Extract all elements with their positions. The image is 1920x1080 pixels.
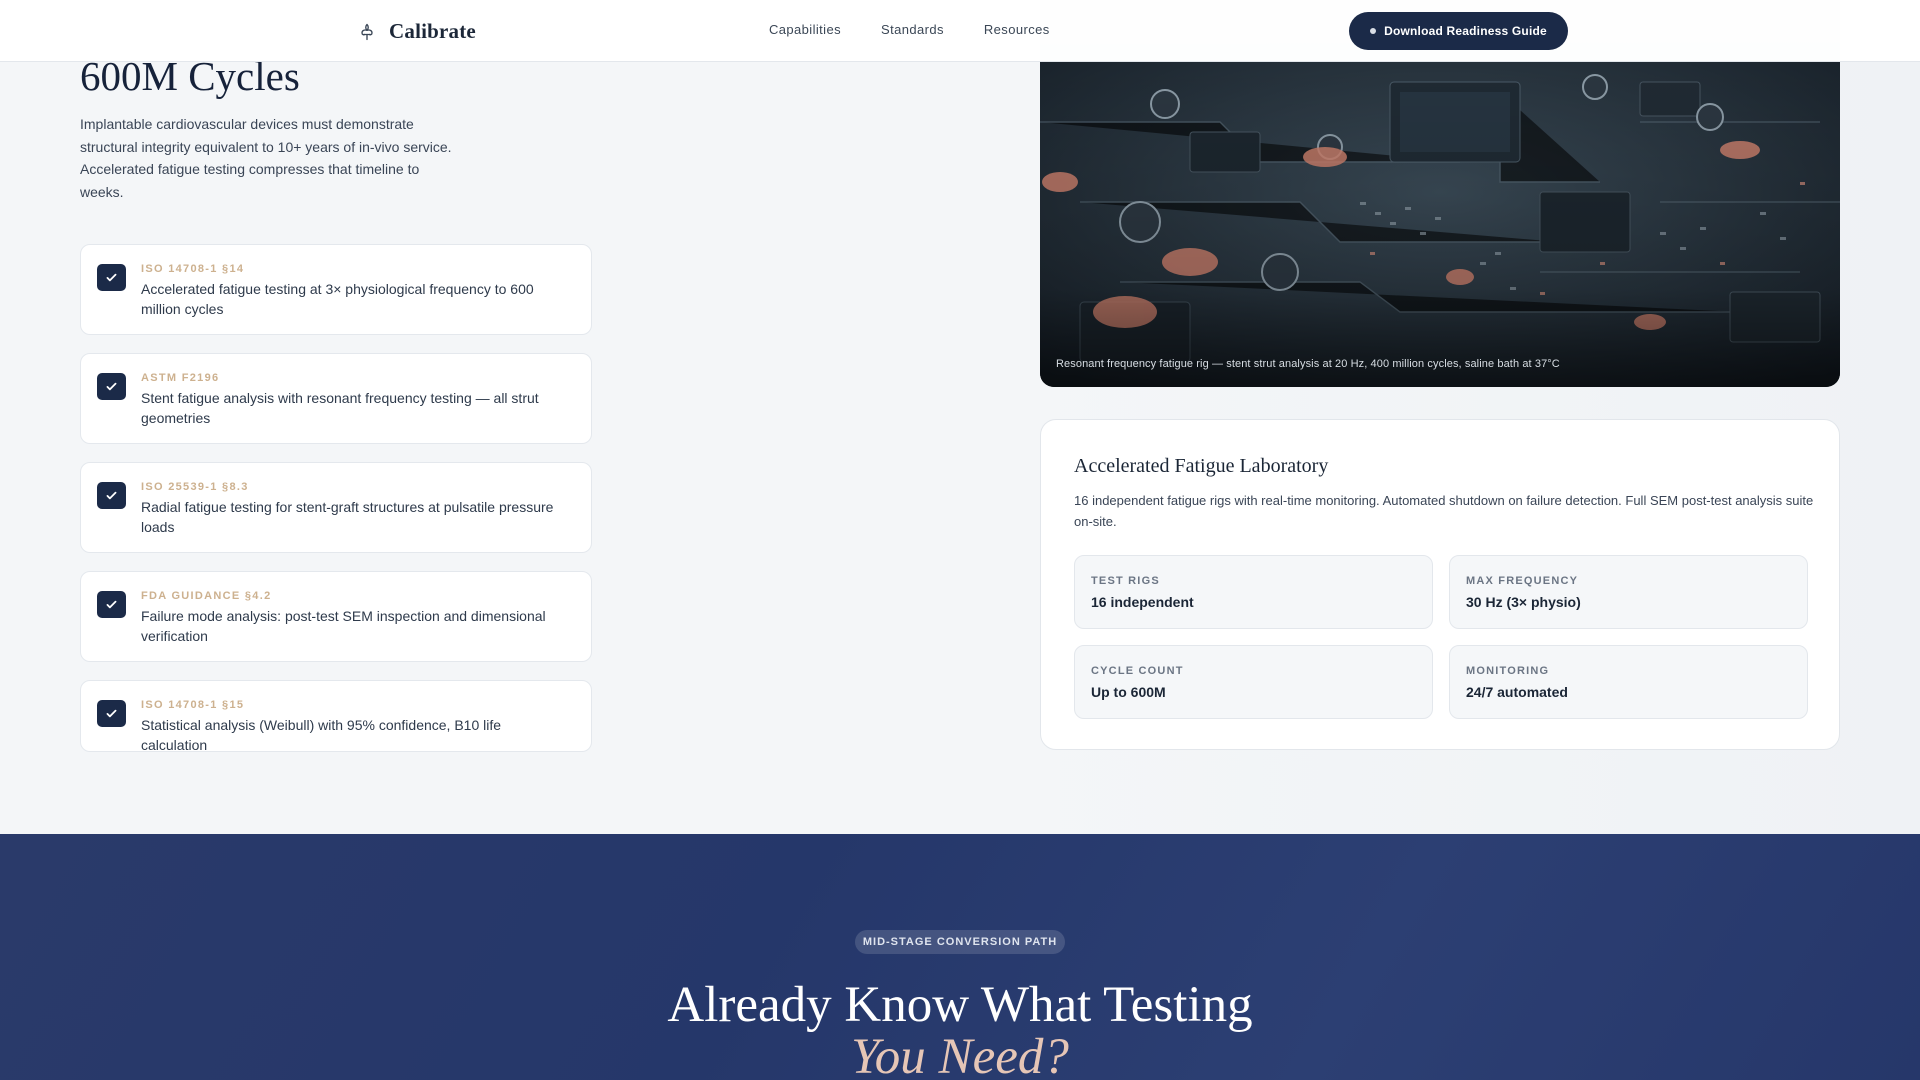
stat-value: 16 independent bbox=[1091, 594, 1194, 610]
standard-card: ISO 14708-1 §14 Accelerated fatigue test… bbox=[80, 244, 592, 335]
standard-code: ASTM F2196 bbox=[141, 372, 220, 384]
brand[interactable]: Calibrate bbox=[357, 19, 476, 44]
standard-card: ISO 14708-1 §15 Statistical analysis (We… bbox=[80, 680, 592, 753]
top-navigation: Calibrate Capabilities Standards Resourc… bbox=[0, 0, 1920, 62]
nav-link-standards[interactable]: Standards bbox=[881, 22, 944, 37]
standard-card: ASTM F2196 Stent fatigue analysis with r… bbox=[80, 353, 592, 444]
section-badge: MID-STAGE CONVERSION PATH bbox=[855, 930, 1065, 954]
conversion-subtitle: You Need? bbox=[851, 1029, 1069, 1080]
conversion-title: Already Know What Testing bbox=[667, 977, 1253, 1033]
standard-card: FDA GUIDANCE §4.2 Failure mode analysis:… bbox=[80, 571, 592, 662]
stat-label: TEST RIGS bbox=[1091, 575, 1160, 587]
checkmark-icon bbox=[97, 264, 126, 291]
lab-description: 16 independent fatigue rigs with real-ti… bbox=[1074, 493, 1814, 529]
lab-card: Accelerated Fatigue Laboratory 16 indepe… bbox=[1040, 419, 1840, 750]
nav-link-capabilities[interactable]: Capabilities bbox=[769, 22, 841, 37]
nav-link-resources[interactable]: Resources bbox=[984, 22, 1050, 37]
checkmark-icon bbox=[97, 591, 126, 618]
stat-cycle-count: CYCLE COUNT Up to 600M bbox=[1074, 645, 1433, 719]
checkmark-icon bbox=[97, 700, 126, 727]
stat-max-frequency: MAX FREQUENCY 30 Hz (3× physio) bbox=[1449, 555, 1808, 629]
stat-value: 30 Hz (3× physio) bbox=[1466, 594, 1581, 610]
standard-text: Statistical analysis (Weibull) with 95% … bbox=[141, 717, 502, 753]
fleur-de-lis-icon bbox=[361, 23, 373, 40]
standard-text: Radial fatigue testing for stent-graft s… bbox=[141, 499, 554, 535]
standard-text: Accelerated fatigue testing at 3× physio… bbox=[141, 281, 534, 317]
stat-label: CYCLE COUNT bbox=[1091, 665, 1184, 677]
photo-caption: Resonant frequency fatigue rig — stent s… bbox=[1056, 358, 1560, 370]
brand-name: Calibrate bbox=[389, 19, 476, 43]
checkmark-icon bbox=[97, 482, 126, 509]
conversion-section: MID-STAGE CONVERSION PATH Already Know W… bbox=[0, 834, 1920, 1080]
standard-card: ISO 25539-1 §8.3 Radial fatigue testing … bbox=[80, 462, 592, 553]
standard-code: ISO 25539-1 §8.3 bbox=[141, 481, 249, 493]
dot-icon bbox=[1370, 28, 1377, 34]
stat-label: MONITORING bbox=[1466, 665, 1550, 677]
stat-value: Up to 600M bbox=[1091, 684, 1166, 700]
standard-code: ISO 14708-1 §15 bbox=[141, 699, 245, 711]
download-guide-label: Download Readiness Guide bbox=[1384, 24, 1547, 38]
stat-value: 24/7 automated bbox=[1466, 684, 1568, 700]
nav-links: Capabilities Standards Resources bbox=[769, 22, 1050, 37]
download-guide-button[interactable]: Download Readiness Guide bbox=[1349, 12, 1568, 50]
standard-text: Failure mode analysis: post-test SEM ins… bbox=[141, 608, 546, 644]
circuit-board-illustration bbox=[1040, 62, 1840, 387]
standard-text: Stent fatigue analysis with resonant fre… bbox=[141, 390, 539, 426]
stat-monitoring: MONITORING 24/7 automated bbox=[1449, 645, 1808, 719]
standard-code: ISO 14708-1 §14 bbox=[141, 263, 245, 275]
standard-code: FDA GUIDANCE §4.2 bbox=[141, 590, 272, 602]
lab-title: Accelerated Fatigue Laboratory bbox=[1074, 455, 1329, 477]
stat-label: MAX FREQUENCY bbox=[1466, 575, 1579, 587]
circuit-board-photo: Resonant frequency fatigue rig — stent s… bbox=[1040, 62, 1840, 387]
hero-description: Implantable cardiovascular devices must … bbox=[80, 116, 452, 200]
checkmark-icon bbox=[97, 373, 126, 400]
stat-test-rigs: TEST RIGS 16 independent bbox=[1074, 555, 1433, 629]
